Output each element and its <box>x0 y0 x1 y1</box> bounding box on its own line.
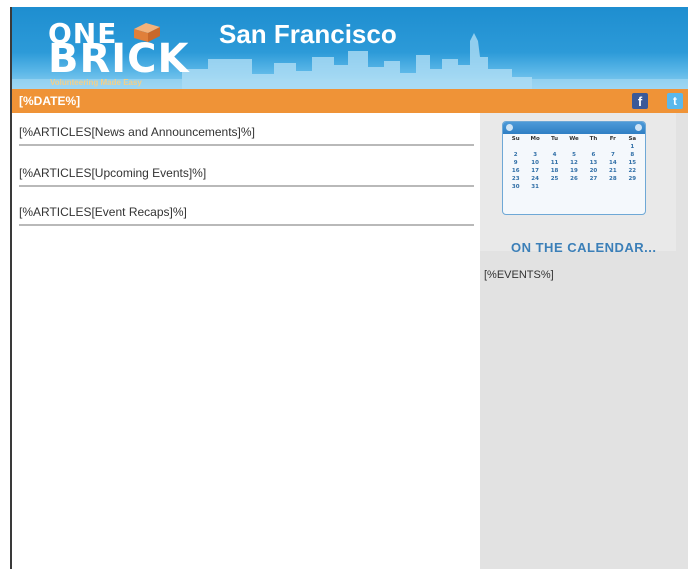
calendar-day <box>584 183 603 191</box>
calendar-day <box>623 183 642 191</box>
calendar-header <box>503 122 645 134</box>
calendar-weekday: Fr <box>609 136 616 142</box>
calendar-weekday: Mo <box>530 136 540 142</box>
calendar-day[interactable]: 9 <box>506 159 525 167</box>
article-section-news: [%ARTICLES[News and Announcements]%] <box>19 125 474 146</box>
calendar-day[interactable]: 2 <box>506 151 525 159</box>
twitter-icon[interactable]: t <box>667 93 683 109</box>
calendar-day <box>603 143 622 151</box>
calendar-day[interactable]: 4 <box>545 151 564 159</box>
calendar-day[interactable]: 21 <box>603 167 622 175</box>
calendar-day[interactable]: 27 <box>584 175 603 183</box>
article-section-label: [%ARTICLES[Event Recaps]%] <box>19 205 187 219</box>
on-calendar-heading: ON THE CALENDAR... <box>511 240 657 255</box>
calendar-day[interactable]: 7 <box>603 151 622 159</box>
calendar-prev-icon[interactable] <box>506 124 513 131</box>
calendar-grid: Su Mo Tu We Th Fr Sa 1 2 3 4 5 6 7 8 9 10 11 12 13 14 15 16 17 1… <box>503 134 645 191</box>
calendar-day[interactable]: 14 <box>603 159 622 167</box>
calendar-day[interactable]: 22 <box>623 167 642 175</box>
calendar-weekday: Su <box>511 136 520 142</box>
calendar-weekday: Th <box>589 136 598 142</box>
section-divider <box>19 224 474 226</box>
calendar-day[interactable]: 23 <box>506 175 525 183</box>
calendar-day[interactable]: 8 <box>623 151 642 159</box>
calendar-day[interactable]: 15 <box>623 159 642 167</box>
calendar-day[interactable]: 24 <box>525 175 544 183</box>
site-header: ONE BRICK Volunteering Made Easy San Fra… <box>12 7 688 89</box>
calendar-widget[interactable]: Su Mo Tu We Th Fr Sa 1 2 3 4 5 6 7 8 9 10 11 12 13 14 15 16 17 1… <box>502 121 646 215</box>
article-section-recaps: [%ARTICLES[Event Recaps]%] <box>19 205 474 226</box>
calendar-day[interactable]: 1 <box>623 143 642 151</box>
facebook-icon[interactable]: f <box>632 93 648 109</box>
calendar-day <box>603 183 622 191</box>
calendar-day[interactable]: 30 <box>506 183 525 191</box>
sidebar: Su Mo Tu We Th Fr Sa 1 2 3 4 5 6 7 8 9 10 11 12 13 14 15 16 17 1… <box>480 113 688 569</box>
calendar-day <box>525 143 544 151</box>
calendar-day[interactable]: 11 <box>545 159 564 167</box>
section-divider <box>19 144 474 146</box>
calendar-day <box>564 143 583 151</box>
calendar-weekday: Sa <box>628 136 637 142</box>
calendar-day <box>545 183 564 191</box>
calendar-day[interactable]: 3 <box>525 151 544 159</box>
calendar-day[interactable]: 5 <box>564 151 583 159</box>
calendar-day <box>506 143 525 151</box>
calendar-day[interactable]: 12 <box>564 159 583 167</box>
calendar-day[interactable]: 31 <box>525 183 544 191</box>
calendar-day[interactable]: 20 <box>584 167 603 175</box>
calendar-day[interactable]: 19 <box>564 167 583 175</box>
calendar-day[interactable]: 10 <box>525 159 544 167</box>
calendar-day[interactable]: 18 <box>545 167 564 175</box>
logo-brick-text: BRICK <box>48 36 190 82</box>
calendar-next-icon[interactable] <box>635 124 642 131</box>
calendar-weekday: We <box>569 136 579 142</box>
article-section-upcoming: [%ARTICLES[Upcoming Events]%] <box>19 166 474 187</box>
calendar-day[interactable]: 13 <box>584 159 603 167</box>
calendar-day[interactable]: 26 <box>564 175 583 183</box>
calendar-day <box>584 143 603 151</box>
city-title: San Francisco <box>219 19 397 49</box>
calendar-widget-container: Su Mo Tu We Th Fr Sa 1 2 3 4 5 6 7 8 9 10 11 12 13 14 15 16 17 1… <box>480 113 676 251</box>
calendar-day[interactable]: 6 <box>584 151 603 159</box>
article-section-label: [%ARTICLES[News and Announcements]%] <box>19 125 255 139</box>
article-section-label: [%ARTICLES[Upcoming Events]%] <box>19 166 207 180</box>
calendar-weekday: Tu <box>551 136 559 142</box>
date-placeholder: [%DATE%] <box>19 94 81 108</box>
calendar-day[interactable]: 17 <box>525 167 544 175</box>
calendar-day[interactable]: 29 <box>623 175 642 183</box>
calendar-day <box>564 183 583 191</box>
page-frame: ONE BRICK Volunteering Made Easy San Fra… <box>10 7 688 569</box>
section-divider <box>19 185 474 187</box>
main-content: [%ARTICLES[News and Announcements]%] [%A… <box>12 113 480 569</box>
calendar-day[interactable]: 16 <box>506 167 525 175</box>
calendar-day[interactable]: 28 <box>603 175 622 183</box>
onebrick-logo[interactable]: ONE BRICK Volunteering Made Easy <box>40 17 200 87</box>
events-placeholder: [%EVENTS%] <box>484 269 554 281</box>
logo-tagline: Volunteering Made Easy <box>50 78 142 87</box>
calendar-day[interactable]: 25 <box>545 175 564 183</box>
date-bar: [%DATE%] f t <box>12 89 688 113</box>
calendar-day <box>545 143 564 151</box>
